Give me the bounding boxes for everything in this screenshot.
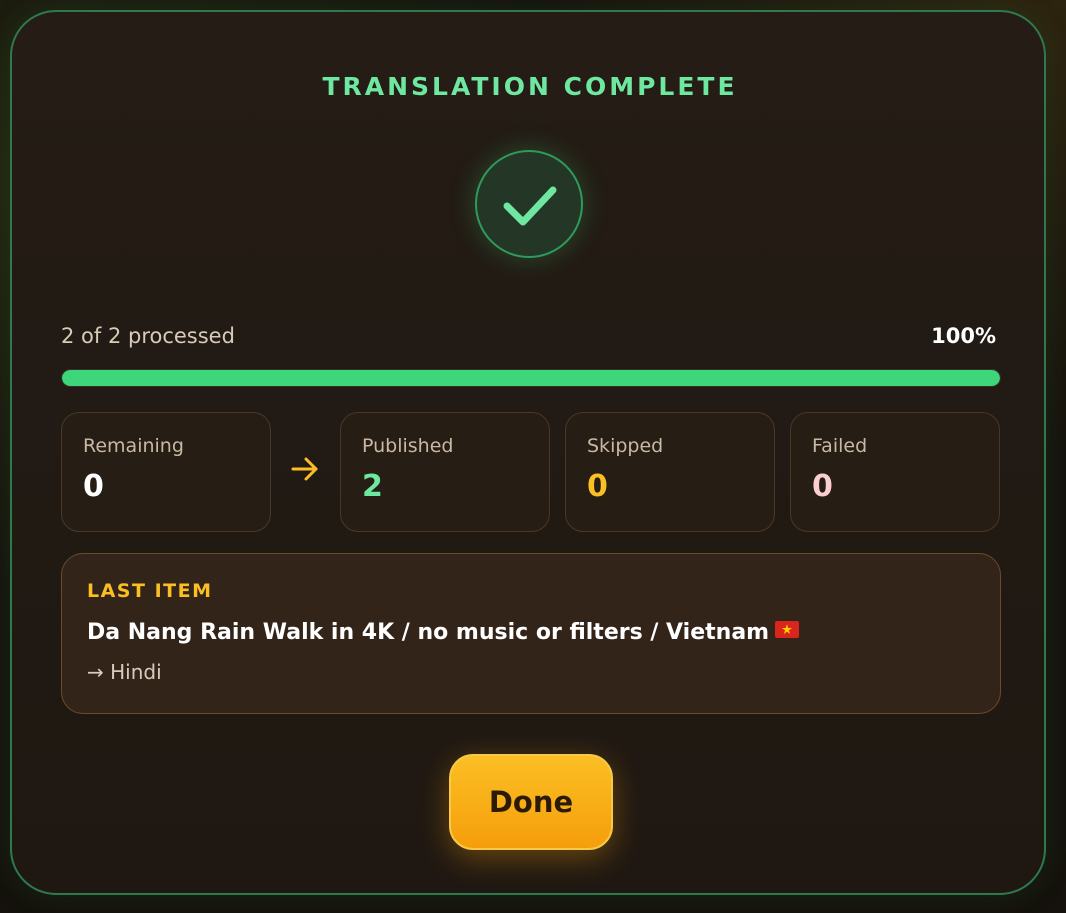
- progress-percent: 100%: [931, 324, 996, 348]
- success-badge: [475, 150, 583, 258]
- stat-value: 0: [587, 469, 608, 504]
- stat-published: Published 2: [340, 412, 550, 532]
- last-item-title: Da Nang Rain Walk in 4K / no music or fi…: [87, 620, 800, 645]
- last-item-card: LAST ITEM Da Nang Rain Walk in 4K / no m…: [61, 553, 1001, 714]
- last-item-heading: LAST ITEM: [87, 580, 213, 602]
- checkmark-icon: [503, 186, 557, 226]
- stat-label: Skipped: [587, 435, 664, 457]
- last-item-title-text: Da Nang Rain Walk in 4K / no music or fi…: [87, 620, 770, 645]
- progress-bar-fill: [62, 370, 1000, 386]
- stat-failed: Failed 0: [790, 412, 1000, 532]
- stat-label: Remaining: [83, 435, 184, 457]
- stat-remaining: Remaining 0: [61, 412, 271, 532]
- last-item-target-language: → Hindi: [87, 660, 162, 684]
- progress-bar: [61, 369, 1001, 387]
- stat-skipped: Skipped 0: [565, 412, 775, 532]
- progress-processed-text: 2 of 2 processed: [61, 324, 235, 348]
- vietnam-flag-icon: [775, 621, 800, 638]
- stat-label: Failed: [812, 435, 868, 457]
- stat-value: 2: [362, 469, 383, 504]
- translation-complete-dialog: TRANSLATION COMPLETE 2 of 2 processed 10…: [10, 10, 1046, 895]
- arrow-right-icon: [290, 454, 320, 488]
- dialog-title: TRANSLATION COMPLETE: [322, 72, 738, 101]
- stat-value: 0: [812, 469, 833, 504]
- done-button[interactable]: Done: [449, 754, 613, 850]
- stat-value: 0: [83, 469, 104, 504]
- stat-label: Published: [362, 435, 454, 457]
